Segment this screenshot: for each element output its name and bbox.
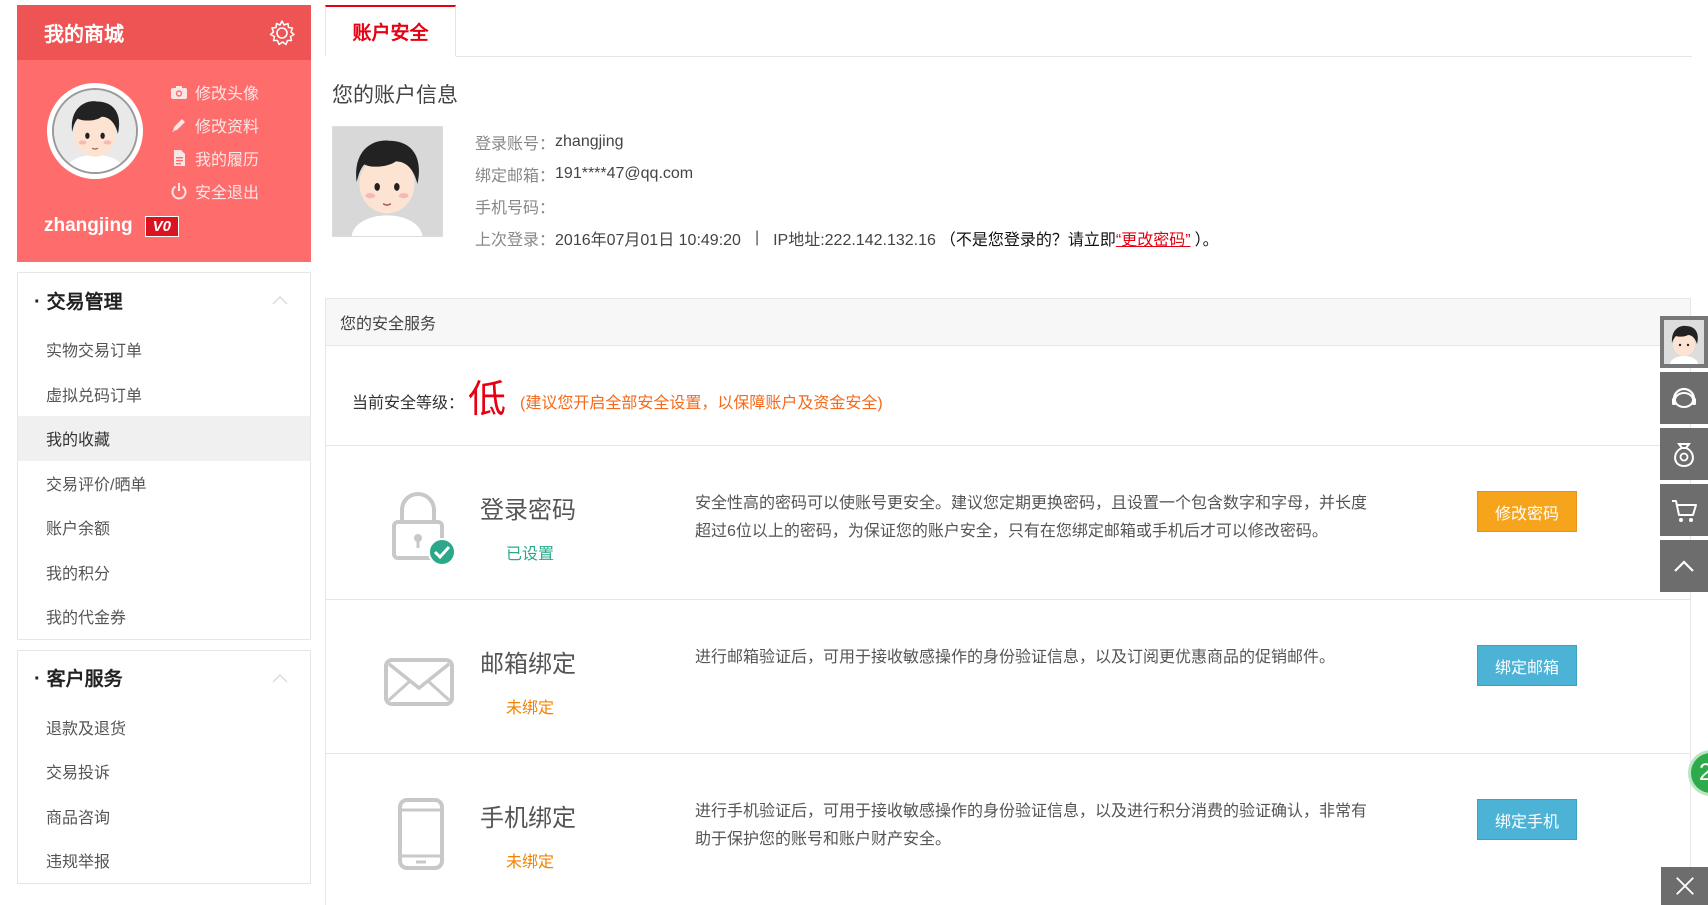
mall-header: 我的商城 [17, 5, 311, 60]
menu-group-service: · 客户服务 退款及退货 交易投诉 商品咨询 违规举报 [17, 649, 311, 884]
service-name: 登录密码 [480, 497, 576, 524]
tab-account-security[interactable]: 账户安全 [325, 5, 456, 57]
bind-email-button[interactable]: 绑定邮箱 [1477, 645, 1577, 686]
menu-head-service[interactable]: · 客户服务 [18, 651, 310, 705]
menu-item-physical-orders[interactable]: 实物交易订单 [18, 327, 310, 372]
user-card: 我的商城 修改头像 修改资料 我的履历 安全退出 zhangjing V0 [17, 5, 311, 262]
last-login-row: 上次登录： 2016年07月01日 10:49:20 | IP地址:222.14… [475, 222, 1219, 254]
avatar [1664, 320, 1704, 364]
security-level-tip: (建议您开启全部安全设置，以保障账户及资金安全) [520, 394, 883, 412]
service-status: 未绑定 [506, 700, 555, 717]
lock-icon [380, 486, 460, 566]
tab-bar: 账户安全 [325, 5, 1692, 57]
menu-item-refunds[interactable]: 退款及退货 [18, 705, 310, 750]
menu-group-trade: · 交易管理 实物交易订单 虚拟兑码订单 我的收藏 交易评价/晒单 账户余额 我的… [17, 272, 311, 640]
bound-email-row: 绑定邮箱： 191****47@qq.com [475, 165, 694, 185]
edit-avatar-label: 修改头像 [195, 85, 260, 103]
service-row-phone: 手机绑定 未绑定 进行手机验证后，可用于接收敏感操作的身份验证信息，以及进行积分… [326, 754, 1690, 905]
service-description: 进行手机验证后，可用于接收敏感操作的身份验证信息，以及进行积分消费的验证确认，非… [695, 803, 1368, 848]
menu-head-trade[interactable]: · 交易管理 [18, 273, 310, 327]
money-bag-button[interactable] [1660, 428, 1708, 480]
service-name: 手机绑定 [480, 805, 576, 832]
my-history-label: 我的履历 [195, 151, 260, 169]
change-password-button[interactable]: 修改密码 [1477, 491, 1577, 532]
menu-head-label: 客户服务 [46, 669, 123, 690]
edit-profile-link[interactable]: 修改资料 [169, 108, 259, 141]
cart-icon [1672, 500, 1697, 522]
vip-badge: V0 [144, 215, 180, 237]
back-to-top-button[interactable] [1660, 540, 1708, 592]
chevron-up-icon [1674, 560, 1694, 572]
username-row: zhangjing V0 [44, 215, 180, 237]
bind-phone-button[interactable]: 绑定手机 [1477, 799, 1577, 840]
login-account-value: zhangjing [555, 133, 624, 150]
service-name: 邮箱绑定 [480, 651, 576, 678]
service-row-password: 登录密码 已设置 安全性高的密码可以使账号更安全。建议您定期更换密码，且设置一个… [326, 446, 1690, 600]
service-description: 安全性高的密码可以使账号更安全。建议您定期更换密码，且设置一个包含数字和字母，并… [695, 495, 1368, 540]
notification-badge[interactable]: 2 [1688, 750, 1708, 796]
sidebar: 我的商城 修改头像 修改资料 我的履历 安全退出 zhangjing V0 · … [17, 5, 311, 884]
gear-icon[interactable] [268, 19, 296, 47]
menu-item-reports[interactable]: 违规举报 [18, 838, 310, 883]
bound-email-value: 191****47@qq.com [555, 165, 694, 182]
menu-item-balance[interactable]: 账户余额 [18, 505, 310, 550]
avatar-image [54, 90, 136, 172]
floating-toolbar [1660, 316, 1708, 596]
account-details: 登录账号： zhangjing 绑定邮箱： 191****47@qq.com 手… [475, 126, 1219, 254]
cart-button[interactable] [1660, 484, 1708, 536]
service-status: 已设置 [506, 546, 555, 563]
pencil-icon [169, 115, 189, 135]
security-services-header: 您的安全服务 [326, 299, 1690, 346]
menu-item-reviews[interactable]: 交易评价/晒单 [18, 461, 310, 506]
login-account-row: 登录账号： zhangjing [475, 133, 624, 153]
customer-service-button[interactable] [1660, 372, 1708, 424]
security-level-row: 当前安全等级： 低 (建议您开启全部安全设置，以保障账户及资金安全) [326, 346, 1690, 446]
logout-link[interactable]: 安全退出 [169, 174, 259, 207]
service-description: 进行邮箱验证后，可用于接收敏感操作的身份验证信息，以及订阅更优惠商品的促销邮件。 [695, 649, 1336, 666]
chevron-up-icon [272, 295, 288, 305]
menu-item-favorites[interactable]: 我的收藏 [18, 416, 310, 461]
security-services: 您的安全服务 当前安全等级： 低 (建议您开启全部安全设置，以保障账户及资金安全… [325, 298, 1691, 905]
menu-item-inquiries[interactable]: 商品咨询 [18, 794, 310, 839]
chevron-up-icon [272, 673, 288, 683]
envelope-icon [380, 640, 460, 720]
phone-icon [380, 794, 460, 874]
logout-label: 安全退出 [195, 184, 260, 202]
close-icon [1675, 877, 1694, 895]
menu-item-vouchers[interactable]: 我的代金券 [18, 594, 310, 639]
power-icon [169, 181, 189, 201]
service-row-email: 邮箱绑定 未绑定 进行邮箱验证后，可用于接收敏感操作的身份验证信息，以及订阅更优… [326, 600, 1690, 754]
edit-avatar-link[interactable]: 修改头像 [169, 75, 259, 108]
username: zhangjing [44, 215, 133, 236]
my-history-link[interactable]: 我的履历 [169, 141, 259, 174]
account-info-title: 您的账户信息 [332, 84, 458, 107]
security-level-value: 低 [468, 377, 507, 421]
headset-icon [1672, 387, 1696, 408]
account-info: 登录账号： zhangjing 绑定邮箱： 191****47@qq.com 手… [325, 126, 1692, 256]
phone-row: 手机号码： [475, 200, 556, 217]
close-button[interactable] [1661, 867, 1708, 905]
ip-address: IP地址:222.142.132.16 [773, 232, 936, 249]
menu-item-points[interactable]: 我的积分 [18, 550, 310, 595]
last-login-value: 2016年07月01日 10:49:20 [555, 232, 741, 249]
edit-profile-label: 修改资料 [195, 118, 260, 136]
mall-title: 我的商城 [44, 24, 124, 46]
menu-item-complaints[interactable]: 交易投诉 [18, 749, 310, 794]
camera-icon [169, 82, 189, 102]
float-avatar-button[interactable] [1660, 316, 1708, 368]
account-photo [332, 126, 443, 237]
document-icon [169, 148, 189, 168]
avatar[interactable] [47, 83, 143, 179]
change-password-link[interactable]: “更改密码” [1116, 226, 1191, 250]
service-status: 未绑定 [506, 854, 555, 871]
main-content: 账户安全 您的账户信息 登录账号： zhangjing 绑定邮箱： 191***… [325, 5, 1692, 256]
quick-links: 修改头像 修改资料 我的履历 安全退出 [169, 75, 259, 207]
menu-item-virtual-orders[interactable]: 虚拟兑码订单 [18, 372, 310, 417]
menu-head-label: 交易管理 [46, 291, 123, 313]
money-bag-icon [1674, 443, 1694, 468]
